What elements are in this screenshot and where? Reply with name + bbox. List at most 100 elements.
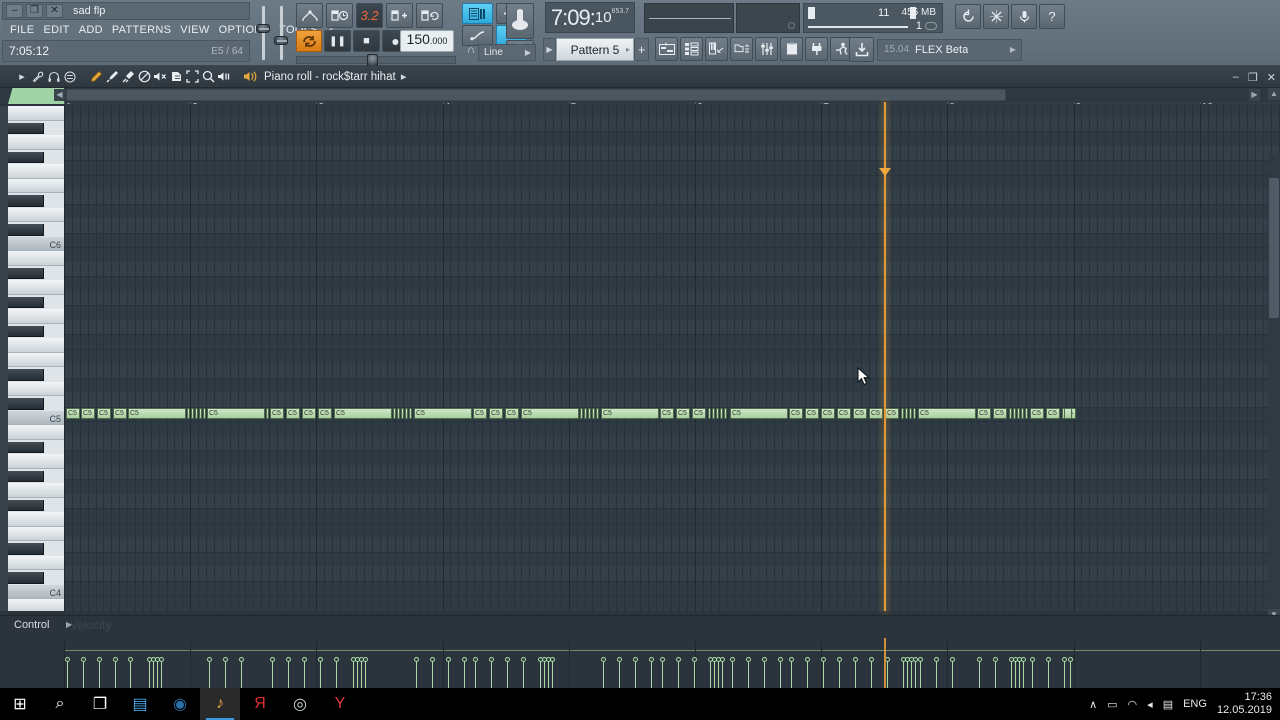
- velocity-handle[interactable]: [789, 657, 794, 662]
- note[interactable]: [708, 407, 711, 419]
- velocity-handle[interactable]: [81, 657, 86, 662]
- note[interactable]: C5: [128, 407, 186, 419]
- snap-arrow-icon[interactable]: ▶: [525, 48, 531, 57]
- velocity-handle[interactable]: [676, 657, 681, 662]
- note[interactable]: C5: [414, 407, 472, 419]
- note[interactable]: [409, 407, 412, 419]
- tray-battery-icon[interactable]: ▭: [1107, 698, 1117, 711]
- pencil-icon[interactable]: [88, 69, 104, 85]
- velocity-handle[interactable]: [934, 657, 939, 662]
- loop-mode-icon[interactable]: [416, 3, 443, 28]
- note[interactable]: C5: [302, 407, 316, 419]
- velocity-handle[interactable]: [720, 657, 725, 662]
- velocity-handle[interactable]: [207, 657, 212, 662]
- velocity-handle[interactable]: [334, 657, 339, 662]
- note[interactable]: [405, 407, 408, 419]
- taskbar-clock[interactable]: 17:36 12.05.2019: [1217, 691, 1272, 717]
- velocity-handle[interactable]: [730, 657, 735, 662]
- tray-volume-icon[interactable]: ◂: [1147, 698, 1153, 711]
- note[interactable]: [203, 407, 206, 419]
- note[interactable]: [901, 407, 904, 419]
- velocity-handle[interactable]: [746, 657, 751, 662]
- zoom-icon[interactable]: [200, 69, 216, 85]
- velocity-handle[interactable]: [505, 657, 510, 662]
- taskbar-task-view-button[interactable]: ❐: [80, 688, 120, 720]
- note[interactable]: C5: [885, 407, 899, 419]
- taskbar-obs-button[interactable]: ◎: [280, 688, 320, 720]
- piano-key-white[interactable]: [8, 381, 64, 396]
- volume-fader-knob[interactable]: [256, 24, 270, 33]
- velocity-handle[interactable]: [853, 657, 858, 662]
- scroll-right-arrow-icon[interactable]: ▶: [1249, 89, 1260, 101]
- velocity-handle[interactable]: [462, 657, 467, 662]
- minimize-button[interactable]: –: [6, 4, 23, 18]
- velocity-handle[interactable]: [286, 657, 291, 662]
- piano-key-white[interactable]: [8, 106, 64, 121]
- note[interactable]: C5: [97, 407, 111, 419]
- note[interactable]: C5: [821, 407, 835, 419]
- velocity-handle[interactable]: [446, 657, 451, 662]
- piano-roll-title-bar[interactable]: ▸ Piano roll - rock$tarr hihat ▸ – ❐ ✕: [0, 66, 1280, 88]
- velocity-handle[interactable]: [1068, 657, 1073, 662]
- note[interactable]: [1017, 407, 1020, 419]
- download-icon[interactable]: [849, 37, 874, 62]
- velocity-handle[interactable]: [649, 657, 654, 662]
- taskbar-start-button[interactable]: ⊞: [0, 688, 40, 720]
- piano-roll-maximize-button[interactable]: ❐: [1248, 71, 1258, 84]
- piano-key-black[interactable]: [8, 398, 44, 410]
- plugin-picker-icon[interactable]: [805, 37, 828, 61]
- taskbar-yandex-browser-button[interactable]: Y: [320, 688, 360, 720]
- menu-item-add[interactable]: ADD: [79, 24, 103, 36]
- velocity-handle[interactable]: [950, 657, 955, 662]
- piano-keyboard[interactable]: C6 C5 C4: [8, 106, 64, 611]
- piano-key-white[interactable]: [8, 599, 64, 611]
- note[interactable]: C5: [805, 407, 819, 419]
- piano-key-black[interactable]: [8, 499, 44, 511]
- note-grid[interactable]: C5 C5 C5 C5 C5 C5 C5 C5 C5 C5 C5 C5 C5 C5 C5 C5 C5 C5 C5 C5…: [64, 104, 1280, 611]
- note[interactable]: [393, 407, 396, 419]
- note[interactable]: C5: [853, 407, 867, 419]
- playhead-marker-icon[interactable]: [879, 168, 891, 176]
- velocity-handle[interactable]: [977, 657, 982, 662]
- velocity-handle[interactable]: [660, 657, 665, 662]
- note[interactable]: C5: [473, 407, 487, 419]
- piano-roll-close-button[interactable]: ✕: [1267, 71, 1276, 84]
- velocity-handle[interactable]: [65, 657, 70, 662]
- taskbar-fl-studio-button[interactable]: ♪: [200, 688, 240, 720]
- taskbar-yandex-disk-button[interactable]: Я: [240, 688, 280, 720]
- piano-key-white[interactable]: [8, 352, 64, 367]
- hint-bar[interactable]: 15.04 FLEX Beta ▶: [877, 38, 1022, 61]
- piano-key-black[interactable]: [8, 572, 44, 584]
- playlist-icon[interactable]: [655, 37, 678, 61]
- velocity-handle[interactable]: [821, 657, 826, 662]
- note[interactable]: [712, 407, 715, 419]
- piano-key-black[interactable]: [8, 122, 44, 134]
- velocity-handle[interactable]: [302, 657, 307, 662]
- velocity-handle[interactable]: [97, 657, 102, 662]
- pattern-add-button[interactable]: +: [634, 38, 649, 61]
- piano-key-white[interactable]: [8, 512, 64, 527]
- piano-key-white[interactable]: [8, 207, 64, 222]
- velocity-handle[interactable]: [762, 657, 767, 662]
- note[interactable]: C5: [318, 407, 332, 419]
- velocity-handle[interactable]: [993, 657, 998, 662]
- song-position-display[interactable]: 7:05:12 E5 / 64: [2, 40, 250, 62]
- tray-language[interactable]: ENG: [1183, 698, 1207, 710]
- note[interactable]: C5: [270, 407, 284, 419]
- note[interactable]: [1009, 407, 1012, 419]
- note[interactable]: C5: [334, 407, 392, 419]
- pattern-length-slider[interactable]: [296, 54, 456, 67]
- velocity-handle[interactable]: [869, 657, 874, 662]
- note[interactable]: [913, 407, 916, 419]
- note[interactable]: C5: [66, 407, 80, 419]
- piano-key-white[interactable]: [8, 251, 64, 266]
- velocity-handle[interactable]: [318, 657, 323, 662]
- note[interactable]: [1021, 407, 1024, 419]
- piano-roll-minimize-button[interactable]: –: [1233, 71, 1239, 83]
- menu-item-view[interactable]: VIEW: [180, 24, 209, 36]
- piano-key-white[interactable]: C6: [8, 236, 64, 251]
- scroll-up-arrow-icon[interactable]: ▲: [1268, 88, 1280, 100]
- piano-roll-icon[interactable]: [705, 37, 728, 61]
- velocity-handle[interactable]: [363, 657, 368, 662]
- mute-icon[interactable]: [152, 69, 168, 85]
